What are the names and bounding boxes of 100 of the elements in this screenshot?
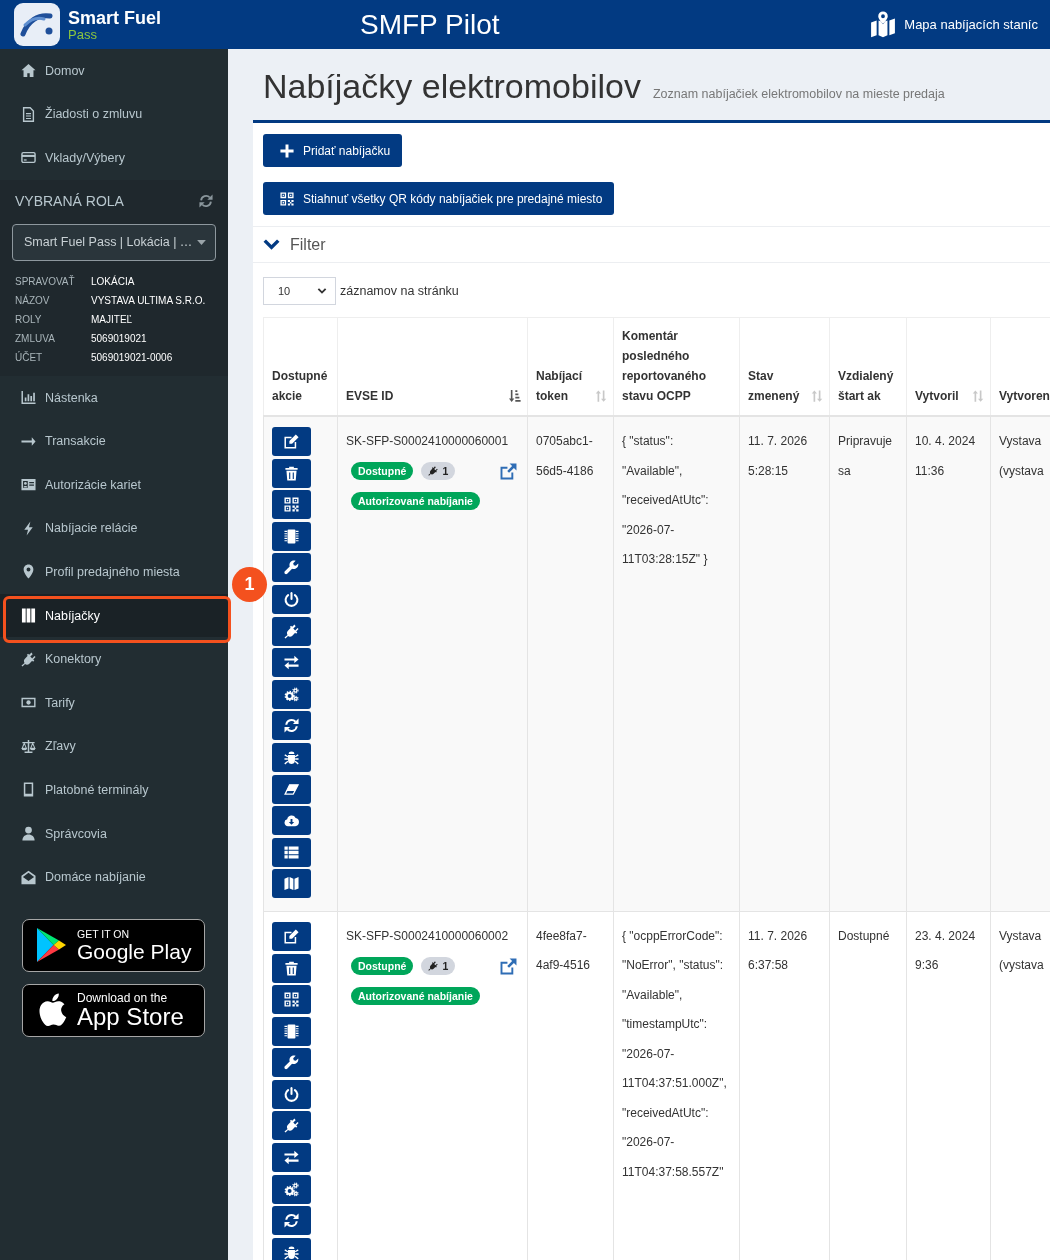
edit-button[interactable] xyxy=(272,921,311,951)
swap-button[interactable] xyxy=(272,648,311,678)
qr-code-button[interactable] xyxy=(272,985,311,1015)
microchip-icon xyxy=(284,1023,299,1039)
apple-icon xyxy=(38,993,67,1028)
add-button[interactable]: Pridať nabíjačku xyxy=(263,134,403,167)
wrench-button[interactable] xyxy=(272,553,311,583)
qr-code-icon xyxy=(284,992,299,1008)
eraser-icon xyxy=(284,781,299,797)
tablet-icon xyxy=(21,782,36,798)
table-cell: 11. 7. 2026 6:37:58 xyxy=(739,911,830,1260)
plug-button[interactable] xyxy=(272,1111,311,1141)
page-size-select[interactable]: 10 xyxy=(263,277,336,305)
edit-button[interactable] xyxy=(272,427,311,456)
sidebar-item[interactable]: Autorizácie kariet xyxy=(0,462,228,507)
sidebar-item[interactable]: Nástenka xyxy=(0,375,228,420)
sync-button[interactable] xyxy=(272,711,311,741)
qr-download-button[interactable]: Stiahnuť všetky QR kódy nabíjačiek pre predajné miesto xyxy=(263,182,615,215)
gears-button[interactable] xyxy=(272,679,311,709)
app-title: SMFP Pilot xyxy=(360,8,500,41)
plug-icon xyxy=(21,651,36,667)
detail-value: 5069019021-0006 xyxy=(91,350,173,365)
trash-icon xyxy=(284,960,299,976)
sidebar-item[interactable]: Zľavy xyxy=(0,724,228,769)
power-button[interactable] xyxy=(272,1079,311,1109)
table-cell: 4fee8fa7-4af9-4516 xyxy=(527,911,614,1260)
balance-scale-icon xyxy=(21,738,36,754)
detail-label: ROLY xyxy=(15,312,42,327)
power-button[interactable] xyxy=(272,584,311,614)
plug-icon xyxy=(428,466,439,477)
cloud-download-icon xyxy=(284,813,299,829)
swap-button[interactable] xyxy=(272,1143,311,1173)
folded-map-icon xyxy=(284,876,299,892)
wrench-icon xyxy=(284,1055,299,1071)
map-pin-icon xyxy=(21,564,36,580)
sidebar-item[interactable]: Správcovia xyxy=(0,811,228,856)
list-icon xyxy=(284,844,299,860)
download-button[interactable] xyxy=(272,806,311,836)
sync-button[interactable] xyxy=(272,1206,311,1236)
sidebar-item[interactable]: Transakcie xyxy=(0,419,228,463)
detail-value: LOKÁCIA xyxy=(91,274,135,289)
delete-button[interactable] xyxy=(272,458,311,488)
chevron-down-icon xyxy=(317,287,327,295)
plug-button[interactable] xyxy=(272,616,311,646)
envelope-icon xyxy=(21,869,36,885)
sidebar-item[interactable]: Domáce nabíjanie xyxy=(0,855,228,899)
connector-count: 1 xyxy=(442,959,449,975)
table-cell: 10. 4. 2024 11:36 xyxy=(906,416,991,912)
qr-code-button[interactable] xyxy=(272,490,311,520)
detail-value: MAJITEĽ xyxy=(91,312,133,327)
qr-code-icon xyxy=(284,497,299,513)
delete-button[interactable] xyxy=(272,953,311,983)
sync-icon xyxy=(284,1213,299,1229)
gears-button[interactable] xyxy=(272,1174,311,1204)
sidebar-item[interactable]: Nabíjacie relácie xyxy=(0,506,228,551)
sidebar-item[interactable]: Konektory xyxy=(0,637,228,681)
sidebar-item[interactable]: Domov xyxy=(0,49,228,93)
table-cell: { "ocppErrorCode": "NoError", "status": "Available", "timestampUtc": "2026-07-11T04:37:51.000Z", "receivedAtUtc": "2026-07-11T04:37:58.557Z" xyxy=(613,911,740,1260)
qr-code-icon xyxy=(280,191,294,206)
detail-label: SPRAVOVAŤ xyxy=(15,274,75,289)
sidebar-item[interactable]: Platobné terminály xyxy=(0,768,228,812)
credit-card-icon xyxy=(21,150,36,166)
microchip-button[interactable] xyxy=(272,1016,311,1046)
bug-button[interactable] xyxy=(272,1237,311,1260)
gears-icon xyxy=(284,1181,299,1197)
filter-toggle[interactable]: Filter xyxy=(263,227,326,262)
external-link-icon[interactable] xyxy=(500,957,517,975)
swap-arrows-icon xyxy=(284,655,299,671)
sidebar-item[interactable]: Vklady/Výbery xyxy=(0,136,228,180)
detail-value: 5069019021 xyxy=(91,331,147,346)
map-link[interactable]: Mapa nabíjacích staníc xyxy=(870,11,1038,38)
wrench-icon xyxy=(284,560,299,576)
table-cell: Dostupné xyxy=(829,911,907,1260)
sidebar-item[interactable]: Tarify xyxy=(0,680,228,725)
sidebar-item[interactable]: Profil predajného miesta xyxy=(0,550,228,594)
connector-count: 1 xyxy=(442,464,449,480)
map-button[interactable] xyxy=(272,869,311,899)
tag-badge: Autorizované nabíjanie xyxy=(351,986,480,1005)
store-badge[interactable]: GET IT ON Google Play xyxy=(22,918,205,972)
list-button[interactable] xyxy=(272,837,311,867)
page-title: Nabíjačky elektromobilov xyxy=(263,66,641,106)
sidebar-item[interactable]: Žiadosti o zmluvu xyxy=(0,92,228,137)
wrench-button[interactable] xyxy=(272,1048,311,1078)
external-link-icon[interactable] xyxy=(500,462,517,480)
document-icon xyxy=(21,106,36,122)
sync-icon[interactable] xyxy=(199,193,213,208)
sidebar-item[interactable]: Nabíjačky xyxy=(0,593,228,638)
eraser-button[interactable] xyxy=(272,774,311,804)
bug-button[interactable] xyxy=(272,742,311,772)
role-select[interactable]: Smart Fuel Pass | Lokácia | … xyxy=(12,223,216,261)
status-badge: Dostupné xyxy=(351,957,414,976)
power-icon xyxy=(284,591,299,607)
plug-icon xyxy=(284,1118,299,1134)
store-badge[interactable]: Download on the App Store xyxy=(22,983,205,1037)
home-icon xyxy=(21,63,36,79)
microchip-button[interactable] xyxy=(272,521,311,551)
table-cell: Vystava (vystava xyxy=(990,911,1050,1260)
tag-badge: Autorizované nabíjanie xyxy=(351,491,480,510)
logo-icon xyxy=(14,3,60,46)
detail-label: ZMLUVA xyxy=(15,331,55,346)
